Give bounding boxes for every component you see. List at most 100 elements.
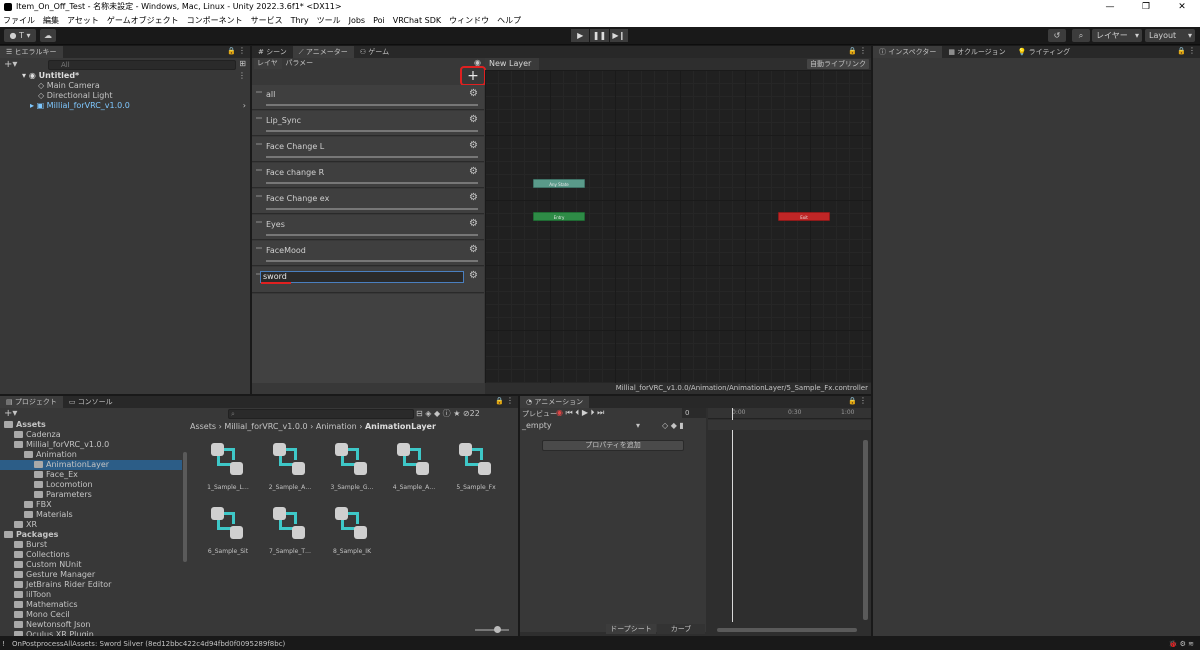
folder-tree-item[interactable]: XR: [14, 520, 182, 530]
layer-row-renaming[interactable]: sword ⚙: [252, 267, 484, 293]
create-asset-button[interactable]: +▾: [4, 408, 17, 419]
more-icon[interactable]: ⋮: [238, 46, 246, 55]
animator-controller-asset[interactable]: 6_Sample_Sit: [200, 504, 256, 555]
layer-row[interactable]: Eyes ⚙: [252, 215, 484, 240]
lock-icon[interactable]: 🔒: [227, 47, 236, 55]
menu-gameobject[interactable]: ゲームオブジェクト: [107, 14, 179, 27]
menu-tools[interactable]: ツール: [317, 14, 341, 27]
scene-item[interactable]: ▾ ◉ Untitled*: [22, 71, 79, 81]
drag-handle-icon[interactable]: [256, 221, 262, 223]
icon-size-slider[interactable]: [475, 629, 509, 631]
animator-controller-asset[interactable]: 5_Sample_Fx: [448, 440, 504, 491]
tab-layers[interactable]: レイヤー: [254, 58, 283, 78]
settings-icon[interactable]: ⚙: [1180, 640, 1186, 648]
folder-tree-item[interactable]: Parameters: [34, 490, 182, 500]
breadcrumb-new-layer[interactable]: New Layer: [485, 58, 540, 70]
lock-icon[interactable]: 🔒: [848, 397, 857, 405]
account-button[interactable]: ● T ▾: [4, 29, 36, 42]
hidden-eye-icon[interactable]: ⊘: [463, 409, 470, 418]
layer-row[interactable]: FaceMood ⚙: [252, 241, 484, 266]
folder-tree-item[interactable]: Locomotion: [34, 480, 182, 490]
folder-tree-item[interactable]: Animation: [24, 450, 182, 460]
animator-controller-asset[interactable]: 2_Sample_A…: [262, 440, 318, 491]
info-icon[interactable]: ⓘ: [443, 409, 451, 418]
drag-handle-icon[interactable]: [256, 91, 262, 93]
gear-icon[interactable]: ⚙: [469, 88, 478, 99]
menu-services[interactable]: サービス: [251, 14, 283, 27]
lock-icon[interactable]: 🔒: [1177, 47, 1186, 55]
more-icon[interactable]: ⋮: [859, 46, 867, 55]
history-button[interactable]: ↺: [1048, 29, 1066, 42]
search-by-type-icon[interactable]: ⊟: [416, 409, 423, 418]
tab-animator[interactable]: ⟋ アニメーター: [292, 46, 354, 58]
folder-tree-item[interactable]: Newtonsoft Json: [14, 620, 182, 630]
gear-icon[interactable]: ⚙: [469, 140, 478, 151]
breadcrumb-animation[interactable]: Animation: [316, 422, 357, 431]
minimize-button[interactable]: —: [1092, 0, 1128, 14]
folder-tree-item[interactable]: Mono Cecil: [14, 610, 182, 620]
gear-icon[interactable]: ⚙: [469, 218, 478, 229]
layer-row[interactable]: Face change R ⚙: [252, 163, 484, 188]
play-button[interactable]: ▶: [571, 29, 590, 42]
any-state-node[interactable]: Any State: [533, 179, 585, 188]
timeline-hscrollbar[interactable]: [717, 628, 857, 632]
folder-tree-item[interactable]: Mathematics: [14, 600, 182, 610]
menu-poi[interactable]: Poi: [373, 14, 385, 27]
frame-field[interactable]: 0: [682, 408, 706, 418]
next-frame-icon[interactable]: ⏵: [591, 408, 595, 417]
event-lane[interactable]: [708, 420, 871, 430]
folder-tree-item[interactable]: Custom NUnit: [14, 560, 182, 570]
folder-tree-item[interactable]: Millial_forVRC_v1.0.0: [14, 440, 182, 450]
exit-node[interactable]: Exit: [778, 212, 830, 221]
drag-handle-icon[interactable]: [256, 247, 262, 249]
menu-edit[interactable]: 編集: [43, 14, 59, 27]
layer-row[interactable]: Face Change L ⚙: [252, 137, 484, 162]
scene-menu-icon[interactable]: ⋮: [238, 71, 246, 80]
pause-button[interactable]: ❚❚: [590, 29, 609, 42]
prev-frame-icon[interactable]: ⏴: [575, 408, 579, 417]
folder-tree-item[interactable]: Assets: [4, 420, 182, 430]
cloud-button[interactable]: ☁: [40, 29, 56, 42]
tree-scrollbar[interactable]: [183, 452, 187, 562]
first-frame-icon[interactable]: ⏮: [566, 408, 573, 417]
activity-icon[interactable]: ≋: [1188, 640, 1194, 648]
folder-tree-item[interactable]: Face_Ex: [34, 470, 182, 480]
gear-icon[interactable]: ⚙: [469, 114, 478, 125]
add-object-button[interactable]: +▾: [4, 59, 17, 70]
search-button[interactable]: ⌕: [1072, 29, 1090, 42]
folder-tree-item[interactable]: Packages: [4, 530, 182, 540]
menu-jobs[interactable]: Jobs: [349, 14, 366, 27]
search-filter-icon[interactable]: ⊞: [239, 59, 246, 68]
hierarchy-item-millial[interactable]: ▸ ▣ Millial_forVRC_v1.0.0: [30, 101, 130, 111]
folder-tree-item[interactable]: AnimationLayer: [0, 460, 182, 470]
folder-tree-item[interactable]: lilToon: [14, 590, 182, 600]
tab-inspector[interactable]: ⓘ インスペクター: [873, 46, 943, 58]
curves-button[interactable]: カーブ: [657, 624, 705, 634]
record-icon[interactable]: ◉: [556, 408, 563, 417]
label-icon[interactable]: ◈: [425, 409, 431, 418]
add-layer-button[interactable]: +: [466, 68, 480, 84]
menu-file[interactable]: ファイル: [3, 14, 35, 27]
bug-icon[interactable]: 🐞: [1169, 640, 1178, 648]
breadcrumb-assets[interactable]: Assets: [190, 422, 216, 431]
playhead[interactable]: [732, 408, 733, 622]
menu-assets[interactable]: アセット: [67, 14, 99, 27]
tag-icon[interactable]: ◆: [434, 409, 440, 418]
last-frame-icon[interactable]: ⏭: [597, 408, 604, 417]
tab-project[interactable]: ▤ プロジェクト: [0, 396, 63, 408]
add-event-icon[interactable]: ◆: [671, 421, 677, 430]
folder-tree-item[interactable]: Cadenza: [14, 430, 182, 440]
layers-dropdown[interactable]: レイヤー ▾: [1092, 29, 1142, 42]
layout-dropdown[interactable]: Layout ▾: [1145, 29, 1195, 42]
tab-console[interactable]: ▭ コンソール: [63, 396, 119, 408]
animator-controller-asset[interactable]: 3_Sample_G…: [324, 440, 380, 491]
breadcrumb-animationlayer[interactable]: AnimationLayer: [365, 422, 436, 431]
menu-thry[interactable]: Thry: [291, 14, 309, 27]
layer-row[interactable]: Face Change ex ⚙: [252, 189, 484, 214]
drag-handle-icon[interactable]: [256, 169, 262, 171]
hierarchy-item-main-camera[interactable]: ◇ Main Camera: [38, 81, 100, 91]
close-button[interactable]: ✕: [1164, 0, 1200, 14]
gear-icon[interactable]: ⚙: [469, 270, 478, 281]
entry-node[interactable]: Entry: [533, 212, 585, 221]
project-search-input[interactable]: ⌕: [228, 409, 414, 419]
